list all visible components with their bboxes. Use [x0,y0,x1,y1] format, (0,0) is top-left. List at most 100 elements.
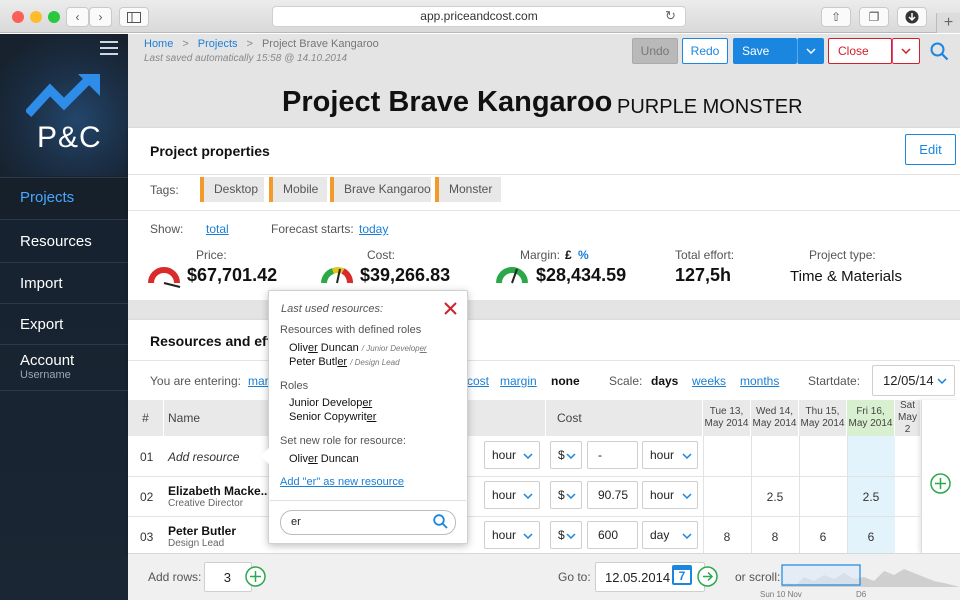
add-rows-label: Add rows: [148,570,202,584]
forward-icon[interactable]: › [89,7,112,27]
scroll-label: or scroll: [735,570,781,584]
tabs-icon[interactable]: ❐ [859,7,889,27]
tag-monster[interactable]: Monster [435,177,501,202]
chevron-down-icon [682,533,692,539]
resources-card [128,320,960,553]
divider [128,174,960,175]
cost-input[interactable]: 90.75 [587,481,638,509]
entering-margin-partial-link[interactable]: mar [248,374,269,388]
resource-role: Design Lead [168,538,225,549]
scale-days-option[interactable]: days [651,374,678,388]
sidebar-toggle-icon[interactable] [119,7,149,27]
margin-value: $28,434.59 [536,265,627,285]
effort-cell[interactable]: 8 [751,530,799,544]
entering-none-option[interactable]: none [551,374,580,388]
close-button[interactable]: Close [828,38,892,64]
effort-cell[interactable]: 6 [847,530,895,544]
show-total-link[interactable]: total [206,222,229,236]
effort-cell[interactable]: 2.5 [751,490,799,504]
timeline-scroller[interactable] [780,563,960,589]
close-dropdown-icon[interactable] [892,38,920,64]
divider [128,476,921,477]
popup-search-input[interactable]: er [280,510,456,535]
divider [268,500,468,501]
resource-name[interactable]: Peter Butler [168,524,236,538]
resource-name[interactable]: Elizabeth Macke... [168,484,271,498]
add-column-icon[interactable] [930,473,951,494]
sidebar-item-account[interactable]: Account Username [0,344,128,391]
chevron-down-icon [523,493,533,499]
add-rows-icon[interactable] [245,566,266,587]
tag-brave-kangaroo[interactable]: Brave Kangaroo [330,177,431,202]
entering-margin-link[interactable]: margin [500,374,537,388]
divider [128,210,960,211]
effort-cell[interactable]: 8 [703,530,751,544]
day-header: Sat May 2 [895,400,921,436]
forecast-today-link[interactable]: today [359,222,388,236]
minimize-window-icon[interactable] [30,11,42,23]
save-button[interactable]: Save [733,38,797,64]
go-arrow-icon[interactable] [697,566,718,587]
chevron-down-icon [566,533,576,539]
breadcrumb: Home > Projects > Project Brave Kangaroo [144,38,379,50]
day-header: Thu 15, May 2014 [799,400,847,436]
popup-resource-item[interactable]: Oliver Duncan [289,453,359,465]
popup-role-item[interactable]: Junior Developer [289,397,372,409]
effort-cell[interactable]: 6 [799,530,847,544]
redo-button[interactable]: Redo [682,38,728,64]
sidebar-item-label: Account [20,352,75,369]
price-gauge-icon [148,267,181,288]
popup-role-item[interactable]: Senior Copywriter [289,411,376,423]
price-label: Price: [196,248,227,262]
download-icon[interactable] [897,7,927,27]
cost-gauge-icon [321,267,353,284]
popup-resource-item[interactable]: Oliver Duncan / Junior Developer [289,342,427,354]
calendar-icon[interactable]: 7 [672,565,692,585]
sidebar-item-export[interactable]: Export [0,303,128,344]
sidebar-item-resources[interactable]: Resources [0,219,128,262]
search-icon[interactable] [930,42,949,61]
edit-button[interactable]: Edit [905,134,956,165]
cost-input[interactable]: 600 [587,521,638,549]
popup-resource-item[interactable]: Peter Butler / Design Lead [289,356,400,368]
close-icon[interactable] [444,302,457,315]
chevron-down-icon [937,378,947,384]
maximize-window-icon[interactable] [48,11,60,23]
cost-value: $39,266.83 [360,265,451,285]
save-dropdown-icon[interactable] [797,38,824,64]
add-resource-placeholder[interactable]: Add resource [168,450,239,464]
sidebar-item-projects[interactable]: Projects [0,177,128,219]
cost-input[interactable]: - [587,441,638,469]
margin-label: Margin: [520,248,561,262]
startdate-select[interactable]: 12/05/14 [872,365,955,396]
tag-mobile[interactable]: Mobile [269,177,327,202]
reload-icon[interactable]: ↻ [665,9,679,23]
scale-months-link[interactable]: months [740,374,779,388]
back-icon[interactable]: ‹ [66,7,89,27]
effort-cell[interactable]: 2.5 [847,490,895,504]
breadcrumb-home[interactable]: Home [144,38,173,50]
margin-pound-toggle[interactable]: £ [565,248,572,262]
add-new-resource-link[interactable]: Add "er" as new resource [280,476,404,488]
search-icon[interactable] [433,514,448,529]
new-tab-icon[interactable]: + [936,13,960,33]
sidebar-item-import[interactable]: Import [0,262,128,303]
breadcrumb-projects[interactable]: Projects [198,38,238,50]
startdate-label: Startdate: [808,374,861,388]
margin-gauge-icon [496,267,528,284]
hamburger-menu-icon[interactable] [100,41,118,55]
popup-section-header: Set new role for resource: [280,435,406,447]
sidebar-item-label: Import [20,275,63,292]
close-window-icon[interactable] [12,11,24,23]
timeline-tick: Sun 10 Nov [760,590,802,599]
entering-cost-link[interactable]: cost [467,374,489,388]
effort-label: Total effort: [675,248,735,262]
project-type-value: Time & Materials [790,268,902,285]
address-bar[interactable]: app.priceandcost.com [272,6,686,27]
tag-desktop[interactable]: Desktop [200,177,264,202]
margin-percent-toggle[interactable]: % [578,248,589,262]
undo-button[interactable]: Undo [632,38,678,64]
scale-weeks-link[interactable]: weeks [692,374,726,388]
share-icon[interactable]: ⇧ [821,7,851,27]
chevron-down-icon [566,453,576,459]
